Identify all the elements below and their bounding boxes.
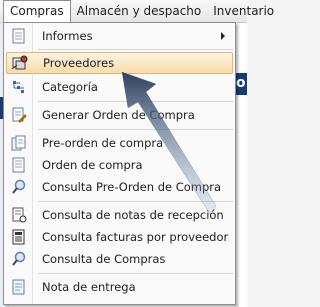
report-icon [6,25,32,47]
submenu-arrow-icon [221,32,225,40]
background-right-panel [239,22,247,307]
menu-item-label: Proveedores [43,56,115,70]
menu-item-label: Nota de entrega [42,280,136,294]
menu-separator [38,101,233,102]
menu-almacen-despacho[interactable]: Almacén y despacho [71,0,208,22]
menu-item-nota-entrega[interactable]: Nota de entrega [6,276,233,298]
menu-item-label: Informes [42,29,93,43]
invoices-icon [6,226,32,248]
purchase-order-icon [6,154,32,176]
menu-item-label: Consulta Pre-Orden de Compra [42,180,222,194]
menu-item-facturas-proveedor[interactable]: Consulta facturas por proveedor [6,226,233,248]
menu-item-orden-compra[interactable]: Orden de compra [6,154,233,176]
reception-notes-icon [6,204,32,226]
menu-item-label: Generar Orden de Compra [42,108,195,122]
menu-item-label: Consulta de notas de recepción [42,208,224,222]
menu-item-informes[interactable]: Informes [6,25,233,47]
menu-item-categoria[interactable]: Categoría [6,76,233,98]
menu-bar: Compras Almacén y despacho Inventario [0,0,274,23]
menu-item-generar-orden[interactable]: Generar Orden de Compra [6,104,233,126]
menu-item-consulta-compras[interactable]: Consulta de Compras [6,248,233,270]
background-band-text: o [236,75,246,91]
suppliers-icon [7,52,33,74]
menu-item-notas-recepcion[interactable]: Consulta de notas de recepción [6,204,233,226]
menu-item-label: Orden de compra [42,158,143,172]
menu-compras[interactable]: Compras [3,0,71,22]
menu-item-label: Consulta facturas por proveedor [42,230,229,244]
menu-item-label: Categoría [42,80,98,94]
menu-separator [38,129,233,130]
menu-item-pre-orden[interactable]: Pre-orden de compra [6,132,233,154]
delivery-note-icon [6,276,32,298]
menu-item-label: Consulta de Compras [42,252,166,266]
pre-order-icon [6,132,32,154]
compras-dropdown-menu: Informes Proveedores Categoría Generar O… [3,22,236,305]
menu-separator [38,49,233,50]
menu-separator [38,273,233,274]
menu-item-proveedores[interactable]: Proveedores [6,52,233,74]
category-icon [6,76,32,98]
menu-separator [38,201,233,202]
menu-item-label: Pre-orden de compra [42,136,164,150]
menu-inventario[interactable]: Inventario [207,0,280,22]
menu-item-consulta-pre-orden[interactable]: Consulta Pre-Orden de Compra [6,176,233,198]
search-icon [6,248,32,270]
search-icon [6,176,32,198]
generate-order-icon [6,104,32,126]
